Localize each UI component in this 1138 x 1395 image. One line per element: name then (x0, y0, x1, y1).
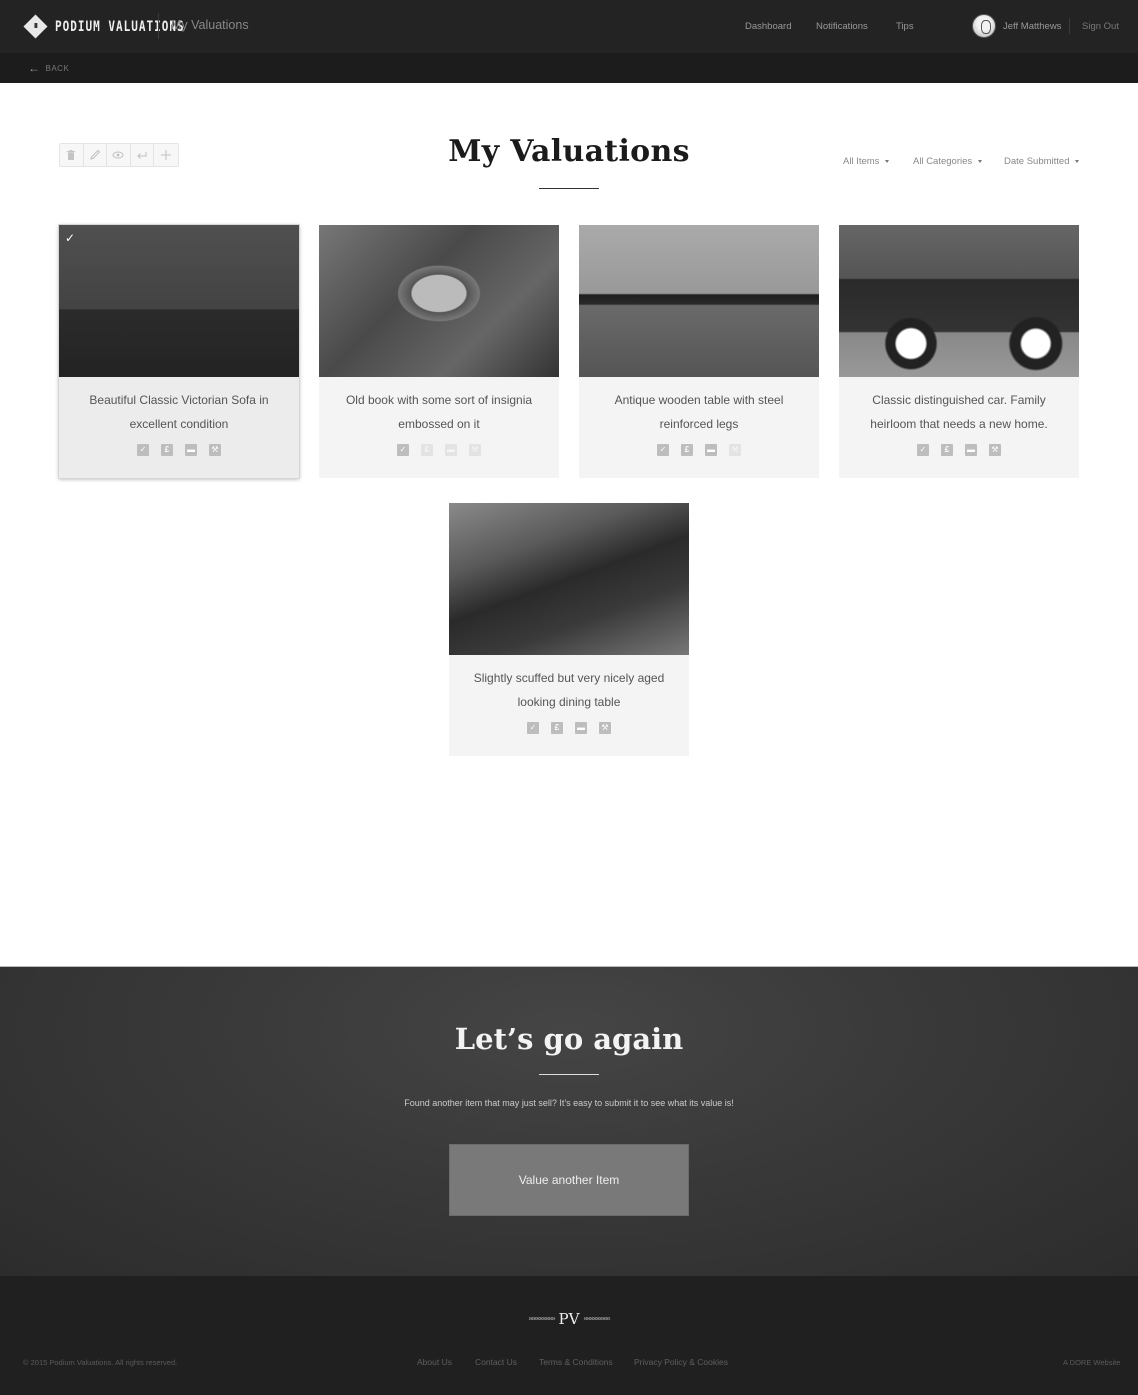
footer-logo: »»»»»»»»» PV ««««««««« (0, 1310, 1138, 1328)
cta-underline (539, 1074, 599, 1075)
classic-car-photo[interactable] (839, 225, 1079, 377)
top-navigation-bar: III PODIUM VALUATIONS My Valuations Dash… (0, 0, 1138, 53)
gavel-icon: ⚒ (209, 444, 221, 456)
sub-navigation-bar: ← BACK (0, 53, 1138, 83)
valuation-card[interactable]: ✓ Beautiful Classic Victorian Sofa in exc… (59, 225, 299, 478)
chevrons-left-decoration: ««««««««« (583, 1315, 610, 1323)
call-to-action-section: Let’s go again Found another item that m… (0, 966, 1138, 1276)
logo-mark: III (34, 22, 37, 30)
pound-icon: £ (161, 444, 173, 456)
header-divider (158, 13, 159, 39)
valuation-card[interactable]: Old book with some sort of insignia embo… (319, 225, 559, 478)
chat-icon: ▬ (445, 444, 457, 456)
footer-link-privacy[interactable]: Privacy Policy & Cookies (634, 1357, 728, 1367)
card-caption: Slightly scuffed but very nicely aged lo… (473, 671, 665, 709)
footer: »»»»»»»»» PV ««««««««« © 2015 Podium Valua… (0, 1276, 1138, 1395)
pound-icon: £ (941, 444, 953, 456)
cta-title: Let’s go again (454, 1022, 684, 1056)
pv-monogram: PV (558, 1310, 580, 1328)
valuation-card[interactable]: Slightly scuffed but very nicely aged lo… (449, 503, 689, 756)
back-label: BACK (45, 63, 70, 73)
valuation-card[interactable]: Classic distinguished car. Family heirlo… (839, 225, 1079, 478)
valuation-card[interactable]: Antique wooden table with steel reinforc… (579, 225, 819, 478)
check-icon: ✓ (917, 444, 929, 456)
filter-items-dropdown[interactable]: All Items (843, 156, 890, 167)
card-caption: Classic distinguished car. Family heirlo… (870, 393, 1048, 431)
check-icon: ✓ (657, 444, 669, 456)
sign-out-link[interactable]: Sign Out (1082, 21, 1119, 32)
status-icons: ✓ £ ▬ ⚒ (449, 722, 689, 734)
sort-date-label: Date Submitted (1004, 156, 1070, 167)
title-underline (539, 188, 599, 189)
old-book-photo[interactable] (319, 225, 559, 377)
footer-link-about[interactable]: About Us (417, 1357, 452, 1367)
footer-link-contact[interactable]: Contact Us (475, 1357, 517, 1367)
logo-diamond-icon: III (23, 13, 48, 39)
check-icon: ✓ (137, 444, 149, 456)
status-icons: ✓ £ ▬ ⚒ (839, 444, 1079, 456)
header-page-title: My Valuations (171, 18, 249, 32)
caret-down-icon (885, 159, 890, 163)
chevrons-right-decoration: »»»»»»»»» (528, 1315, 555, 1323)
cta-text: Found another item that may just sell? I… (404, 1098, 734, 1108)
chat-icon: ▬ (185, 444, 197, 456)
agency-credit-link[interactable]: A DORE Website (1063, 1358, 1120, 1367)
filter-items-label: All Items (843, 156, 880, 167)
card-caption: Beautiful Classic Victorian Sofa in exce… (89, 393, 269, 431)
pound-icon: £ (681, 444, 693, 456)
check-icon: ✓ (527, 722, 539, 734)
brand-name: PODIUM VALUATIONS (55, 17, 185, 35)
pound-icon: £ (421, 444, 433, 456)
chat-icon: ▬ (705, 444, 717, 456)
footer-link-terms[interactable]: Terms & Conditions (539, 1357, 613, 1367)
caret-down-icon (978, 159, 983, 163)
gavel-icon: ⚒ (989, 444, 1001, 456)
nav-notifications[interactable]: Notifications (816, 21, 868, 32)
selected-check-icon[interactable]: ✓ (65, 231, 75, 245)
victorian-sofa-photo[interactable]: ✓ (59, 225, 299, 377)
value-another-item-button[interactable]: Value another Item (449, 1144, 689, 1216)
wooden-table-photo[interactable] (579, 225, 819, 377)
nav-tips[interactable]: Tips (896, 21, 914, 32)
status-icons: ✓ £ ▬ ⚒ (319, 444, 559, 456)
user-name-link[interactable]: Jeff Matthews (1003, 21, 1061, 32)
status-icons: ✓ £ ▬ ⚒ (59, 444, 299, 456)
back-button[interactable]: ← BACK (28, 61, 69, 75)
arrow-left-icon: ← (28, 61, 41, 75)
selection-overlay (59, 225, 299, 377)
caret-down-icon (1075, 159, 1080, 163)
filter-categories-label: All Categories (913, 156, 973, 167)
filter-categories-dropdown[interactable]: All Categories (913, 156, 983, 167)
nav-dashboard[interactable]: Dashboard (745, 21, 791, 32)
gavel-icon: ⚒ (729, 444, 741, 456)
sort-date-dropdown[interactable]: Date Submitted (1004, 156, 1080, 167)
chat-icon: ▬ (575, 722, 587, 734)
dining-table-photo[interactable] (449, 503, 689, 655)
pound-icon: £ (551, 722, 563, 734)
check-icon: ✓ (397, 444, 409, 456)
gavel-icon: ⚒ (469, 444, 481, 456)
chat-icon: ▬ (965, 444, 977, 456)
gavel-icon: ⚒ (599, 722, 611, 734)
brand-logo[interactable]: III PODIUM VALUATIONS (23, 13, 185, 39)
card-caption: Antique wooden table with steel reinforc… (614, 393, 784, 431)
status-icons: ✓ £ ▬ ⚒ (579, 444, 819, 456)
user-divider (1069, 18, 1070, 34)
copyright-text: © 2015 Podium Valuations. All rights res… (23, 1358, 178, 1367)
user-avatar[interactable] (972, 14, 996, 38)
card-caption: Old book with some sort of insignia embo… (345, 393, 533, 431)
